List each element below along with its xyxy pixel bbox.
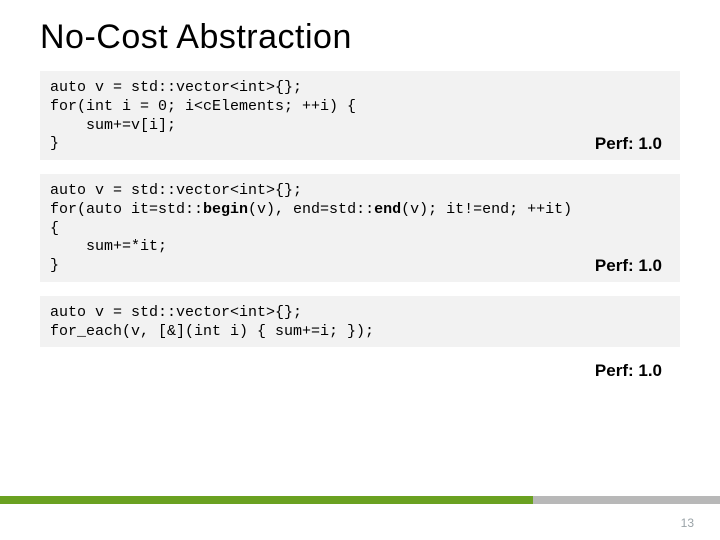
code-text: auto v = std::vector<int>{};	[50, 79, 302, 96]
code-text: auto v = std::vector<int>{};	[50, 182, 302, 199]
code-line: sum+=v[i];	[50, 117, 670, 136]
perf-label: Perf: 1.0	[40, 361, 680, 381]
footer-divider	[0, 496, 720, 504]
code-line: auto v = std::vector<int>{};	[50, 304, 670, 323]
code-text: sum+=*it;	[50, 238, 167, 255]
code-text: {	[50, 220, 59, 237]
code-line: }	[50, 135, 670, 154]
code-block-1: auto v = std::vector<int>{};for(auto it=…	[40, 174, 680, 282]
code-text: for(int i = 0; i<cElements; ++i) {	[50, 98, 356, 115]
code-block-2: auto v = std::vector<int>{};for_each(v, …	[40, 296, 680, 348]
footer-gray	[533, 496, 720, 504]
code-text: auto v = std::vector<int>{};	[50, 304, 302, 321]
code-line: for_each(v, [&](int i) { sum+=i; });	[50, 323, 670, 342]
perf-label: Perf: 1.0	[595, 255, 662, 276]
code-line: sum+=*it;	[50, 238, 670, 257]
perf-label: Perf: 1.0	[595, 133, 662, 154]
code-line: auto v = std::vector<int>{};	[50, 182, 670, 201]
code-text: for(auto it=std::	[50, 201, 203, 218]
code-text: }	[50, 257, 59, 274]
code-text: }	[50, 135, 59, 152]
page-number: 13	[681, 516, 694, 530]
code-text: (v); it!=end; ++it)	[401, 201, 572, 218]
code-text: end	[374, 201, 401, 218]
code-block-0: auto v = std::vector<int>{};for(int i = …	[40, 71, 680, 160]
code-line: auto v = std::vector<int>{};	[50, 79, 670, 98]
code-text: begin	[203, 201, 248, 218]
footer-green	[0, 496, 533, 504]
code-line: for(auto it=std::begin(v), end=std::end(…	[50, 201, 670, 220]
page-title: No-Cost Abstraction	[40, 18, 680, 57]
code-text: for_each(v, [&](int i) { sum+=i; });	[50, 323, 374, 340]
code-line: {	[50, 220, 670, 239]
code-text: sum+=v[i];	[50, 117, 176, 134]
code-line: }	[50, 257, 670, 276]
code-line: for(int i = 0; i<cElements; ++i) {	[50, 98, 670, 117]
code-blocks: auto v = std::vector<int>{};for(int i = …	[40, 71, 680, 381]
code-text: (v), end=std::	[248, 201, 374, 218]
